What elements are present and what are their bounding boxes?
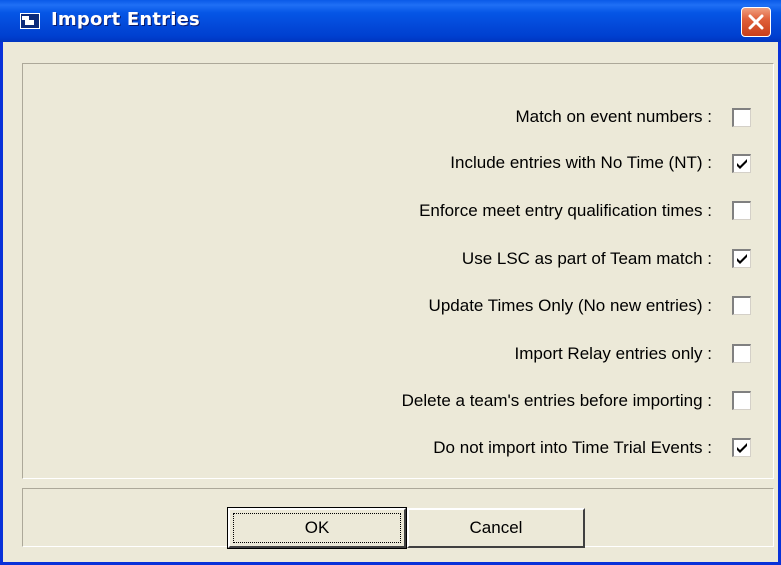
window-title: Import Entries	[51, 9, 200, 30]
title-bar[interactable]: Import Entries	[0, 0, 781, 42]
option-label: Use LSC as part of Team match :	[461, 249, 712, 268]
checkbox-no-time-trial[interactable]	[732, 438, 751, 457]
option-label: Do not import into Time Trial Events :	[433, 438, 712, 457]
checkbox-delete-before-import[interactable]	[732, 391, 751, 410]
checkmark-icon	[737, 443, 747, 453]
checkbox-relay-only[interactable]	[732, 344, 751, 363]
option-label: Import Relay entries only :	[514, 344, 712, 363]
window-app-icon	[20, 13, 40, 29]
import-entries-dialog: Import Entries Match on event numbers : …	[0, 0, 781, 565]
option-label: Match on event numbers :	[515, 107, 712, 126]
close-button[interactable]	[741, 7, 771, 37]
focus-rectangle	[233, 513, 401, 543]
cancel-button-label: Cancel	[469, 518, 523, 537]
option-label: Delete a team's entries before importing…	[401, 391, 712, 410]
close-icon	[748, 14, 764, 30]
option-label: Enforce meet entry qualification times :	[419, 201, 712, 220]
checkbox-enforce-qualification[interactable]	[732, 201, 751, 220]
checkbox-use-lsc[interactable]	[732, 249, 751, 268]
checkbox-include-no-time[interactable]	[732, 154, 751, 173]
ok-button[interactable]: OK	[227, 507, 407, 549]
option-label: Update Times Only (No new entries) :	[428, 296, 712, 315]
option-label: Include entries with No Time (NT) :	[450, 153, 712, 172]
checkbox-update-times-only[interactable]	[732, 296, 751, 315]
checkmark-icon	[737, 254, 747, 264]
cancel-button[interactable]: Cancel	[407, 508, 585, 548]
checkmark-icon	[737, 159, 747, 169]
checkbox-match-event-numbers[interactable]	[732, 108, 751, 127]
